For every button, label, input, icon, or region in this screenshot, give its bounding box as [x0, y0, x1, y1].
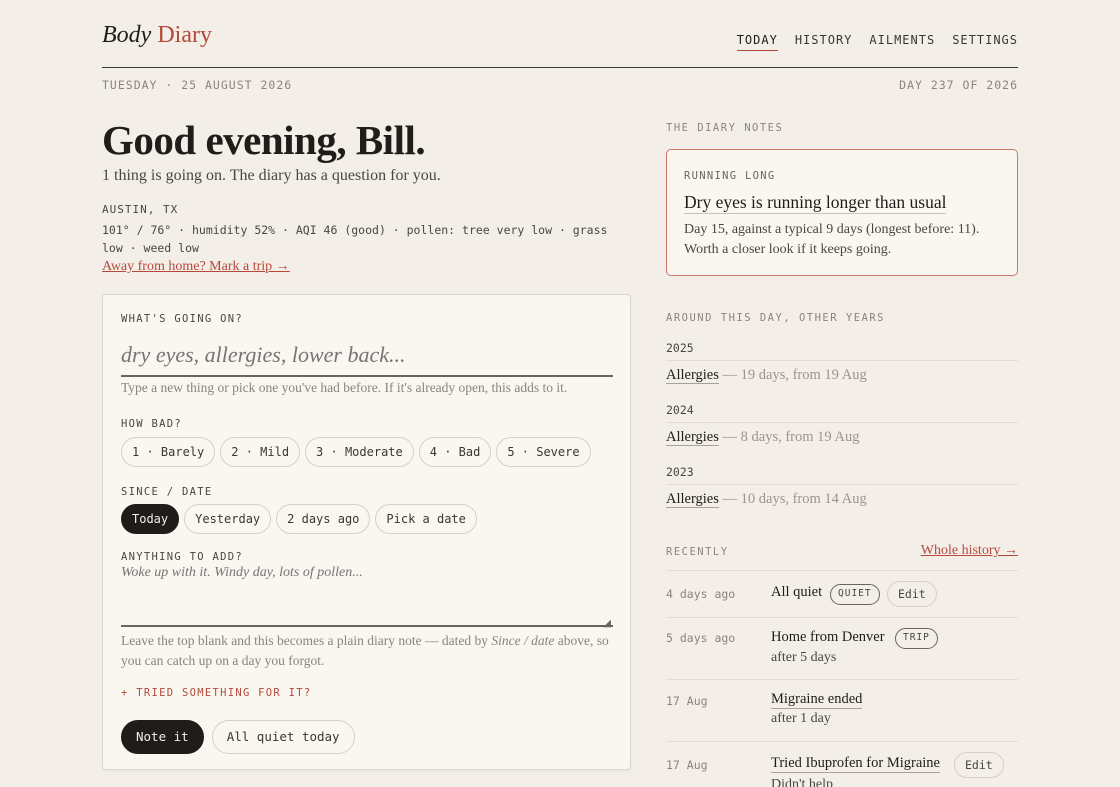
note-title[interactable]: Dry eyes is running longer than usual — [684, 192, 947, 214]
year-entry: Allergies — 10 days, from 14 Aug — [666, 491, 867, 508]
year-entry: Allergies — 8 days, from 19 Aug — [666, 429, 859, 446]
ailment-input[interactable] — [121, 335, 613, 377]
note-body: Day 15, against a typical 9 days (longes… — [684, 222, 980, 257]
diary-note-card[interactable]: RUNNING LONG Dry eyes is running longer … — [666, 149, 1018, 276]
note-it-button[interactable]: Note it — [121, 720, 204, 754]
year-entry: Allergies — 19 days, from 19 Aug — [666, 367, 867, 384]
current-date: TUESDAY · 25 AUGUST 2026 — [102, 78, 293, 92]
nav-settings[interactable]: SETTINGS — [952, 33, 1018, 51]
quiet-badge: QUIET — [830, 584, 880, 605]
weather-summary: 101° / 76° · humidity 52% · AQI 46 (good… — [102, 223, 608, 255]
since-options: Today Yesterday 2 days ago Pick a date — [121, 504, 477, 534]
location-label: AUSTIN, TX — [102, 203, 179, 216]
pick-date-button[interactable]: Pick a date — [375, 504, 477, 534]
ailment-detail: — 19 days, from 19 Aug — [718, 367, 867, 383]
entry-form-card: WHAT'S GOING ON? Type a new thing or pic… — [102, 294, 631, 770]
brand-part-2: Diary — [157, 22, 212, 48]
explainer-emphasis: Since / date — [491, 633, 555, 648]
main-nav: TODAY HISTORY AILMENTS SETTINGS — [736, 33, 1018, 51]
nav-ailments[interactable]: AILMENTS — [869, 33, 935, 51]
ailment-hint: Type a new thing or pick one you've had … — [121, 380, 568, 395]
year-heading: 2024 — [666, 403, 1018, 423]
recent-row: 17 Aug Migraine ended after 1 day — [666, 680, 1018, 742]
diary-notes-heading: THE DIARY NOTES — [666, 122, 784, 134]
how-bad-label: HOW BAD? — [121, 418, 182, 430]
blank-entry-explainer: Leave the top blank and this becomes a p… — [121, 631, 616, 671]
trip-badge: TRIP — [895, 628, 938, 649]
all-quiet-button[interactable]: All quiet today — [211, 720, 355, 754]
form-actions: Note it All quiet today — [121, 720, 355, 754]
explainer-text-1: Leave the top blank and this becomes a p… — [121, 633, 492, 648]
resize-handle-icon[interactable]: ◢ — [603, 618, 611, 629]
note-textarea[interactable] — [121, 565, 613, 627]
recent-row: 4 days ago All quiet QUIET Edit — [666, 571, 1018, 618]
severity-2-button[interactable]: 2 · Mild — [220, 437, 301, 467]
anything-to-add-label: ANYTHING TO ADD? — [121, 551, 243, 563]
severity-1-button[interactable]: 1 · Barely — [121, 437, 216, 467]
recent-what: Home from Denver — [771, 629, 885, 645]
brand-logo[interactable]: Body Diary — [102, 22, 212, 49]
ailment-detail: — 10 days, from 14 Aug — [718, 491, 867, 507]
severity-5-button[interactable]: 5 · Severe — [496, 437, 591, 467]
severity-3-button[interactable]: 3 · Moderate — [305, 437, 414, 467]
recent-sub: after 5 days — [771, 650, 837, 665]
greeting-heading: Good evening, Bill. — [102, 117, 426, 163]
whole-history-link[interactable]: Whole history → — [921, 543, 1018, 559]
nav-history[interactable]: HISTORY — [795, 33, 853, 51]
year-heading: 2023 — [666, 465, 1018, 485]
day-of-year: DAY 237 OF 2026 — [899, 78, 1018, 92]
ailment-link[interactable]: Allergies — [666, 491, 719, 508]
tried-something-link[interactable]: + TRIED SOMETHING FOR IT? — [121, 687, 312, 699]
recent-what-link[interactable]: Tried Ibuprofen for Migraine — [771, 755, 940, 773]
recent-row: 17 Aug Tried Ibuprofen for Migraine Edit… — [666, 742, 1018, 787]
recent-row: 5 days ago Home from Denver TRIP after 5… — [666, 618, 1018, 680]
recent-sub: Didn't help — [771, 777, 834, 787]
recently-heading: RECENTLY — [666, 546, 729, 558]
severity-options: 1 · Barely 2 · Mild 3 · Moderate 4 · Bad… — [121, 437, 591, 467]
top-bar: Body Diary TODAY HISTORY AILMENTS SETTIN… — [102, 22, 1018, 68]
edit-button[interactable]: Edit — [887, 581, 937, 607]
recent-when: 4 days ago — [666, 587, 736, 601]
status-subline: 1 thing is going on. The diary has a que… — [102, 167, 441, 184]
recent-when: 17 Aug — [666, 694, 708, 708]
since-yesterday-button[interactable]: Yesterday — [184, 504, 272, 534]
mark-trip-link[interactable]: Away from home? Mark a trip → — [102, 259, 290, 275]
edit-button[interactable]: Edit — [954, 752, 1004, 778]
recent-what-link[interactable]: Migraine ended — [771, 691, 863, 709]
severity-4-button[interactable]: 4 · Bad — [418, 437, 492, 467]
nav-today[interactable]: TODAY — [736, 33, 778, 51]
recently-header: RECENTLY Whole history → — [666, 543, 1018, 571]
recent-when: 17 Aug — [666, 758, 708, 772]
recent-sub: after 1 day — [771, 711, 831, 726]
since-2-days-button[interactable]: 2 days ago — [276, 504, 371, 534]
year-heading: 2025 — [666, 341, 1018, 361]
recent-what: All quiet — [771, 584, 823, 600]
whats-going-on-label: WHAT'S GOING ON? — [121, 313, 243, 325]
brand-part-1: Body — [102, 22, 152, 48]
note-tag: RUNNING LONG — [684, 170, 776, 182]
since-today-button[interactable]: Today — [121, 504, 180, 534]
ailment-link[interactable]: Allergies — [666, 429, 719, 446]
ailment-detail: — 8 days, from 19 Aug — [718, 429, 860, 445]
other-years-heading: AROUND THIS DAY, OTHER YEARS — [666, 312, 886, 324]
ailment-link[interactable]: Allergies — [666, 367, 719, 384]
recent-when: 5 days ago — [666, 631, 736, 645]
dateline: TUESDAY · 25 AUGUST 2026 DAY 237 OF 2026 — [102, 78, 1018, 92]
since-date-label: SINCE / DATE — [121, 486, 213, 498]
